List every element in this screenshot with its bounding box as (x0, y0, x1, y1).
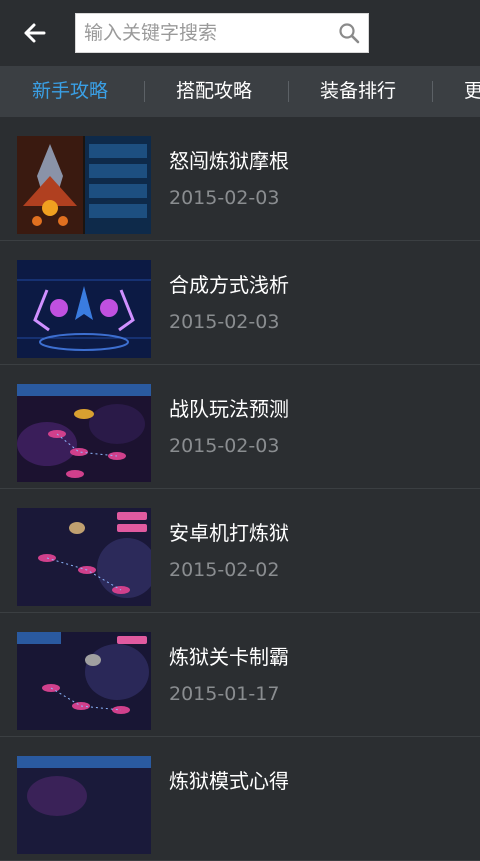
list-item[interactable]: 炼狱关卡制霸 2015-01-17 (0, 613, 480, 737)
list-item[interactable]: 合成方式浅析 2015-02-03 (0, 241, 480, 365)
article-date: 2015-02-03 (169, 435, 280, 457)
article-thumbnail (17, 508, 151, 606)
tab-divider (432, 81, 433, 102)
article-title: 炼狱模式心得 (169, 769, 289, 793)
tab-divider (144, 81, 145, 102)
list-item[interactable]: 战队玩法预测 2015-02-03 (0, 365, 480, 489)
article-title: 合成方式浅析 (169, 273, 289, 297)
top-bar (0, 0, 480, 66)
article-date: 2015-02-02 (169, 559, 280, 581)
tab-equipment-ranking[interactable]: 装备排行 (320, 66, 396, 117)
article-thumbnail (17, 756, 151, 854)
back-button[interactable] (16, 17, 52, 49)
category-tabs: 新手攻略 搭配攻略 装备排行 更 (0, 66, 480, 117)
list-item[interactable]: 炼狱模式心得 (0, 737, 480, 861)
tab-more[interactable]: 更 (464, 66, 480, 117)
search-box[interactable] (75, 13, 369, 53)
tab-matching-guide[interactable]: 搭配攻略 (176, 66, 252, 117)
article-title: 炼狱关卡制霸 (169, 645, 289, 669)
article-thumbnail (17, 136, 151, 234)
article-date: 2015-02-03 (169, 187, 280, 209)
list-item[interactable]: 怒闯炼狱摩根 2015-02-03 (0, 117, 480, 241)
arrow-left-icon (24, 23, 46, 43)
list-item[interactable]: 安卓机打炼狱 2015-02-02 (0, 489, 480, 613)
article-title: 安卓机打炼狱 (169, 521, 289, 545)
search-icon[interactable] (338, 22, 360, 44)
tab-divider (288, 81, 289, 102)
article-date: 2015-01-17 (169, 683, 280, 705)
article-title: 怒闯炼狱摩根 (169, 149, 289, 173)
article-thumbnail (17, 260, 151, 358)
tab-newbie-guide[interactable]: 新手攻略 (32, 66, 108, 117)
article-title: 战队玩法预测 (169, 397, 289, 421)
article-thumbnail (17, 384, 151, 482)
article-thumbnail (17, 632, 151, 730)
article-date: 2015-02-03 (169, 311, 280, 333)
search-input[interactable] (76, 14, 326, 52)
